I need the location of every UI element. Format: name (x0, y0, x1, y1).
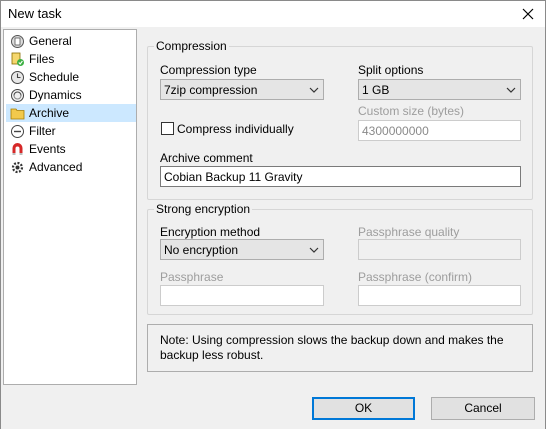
close-icon (522, 8, 534, 20)
archive-settings-panel: Compression Compression type 7zip compre… (139, 29, 542, 385)
window-title: New task (8, 6, 62, 21)
sidebar-item-general[interactable]: General (6, 32, 136, 50)
sidebar-item-schedule[interactable]: Schedule (6, 68, 136, 86)
ok-button[interactable]: OK (312, 397, 415, 420)
sidebar-item-archive[interactable]: Archive (6, 104, 136, 122)
passphrase-input[interactable] (160, 285, 324, 306)
compress-individually-label: Compress individually (177, 122, 294, 136)
sidebar-item-events[interactable]: Events (6, 140, 136, 158)
compression-type-label: Compression type (160, 63, 257, 77)
filter-icon (9, 123, 25, 139)
dialog-footer: OK Cancel (1, 387, 545, 429)
sidebar-item-files[interactable]: Files (6, 50, 136, 68)
split-options-label: Split options (358, 63, 424, 77)
sidebar: General Files Schedule Dynamics Archive (3, 29, 137, 385)
archive-comment-value: Cobian Backup 11 Gravity (164, 170, 303, 184)
sidebar-item-filter[interactable]: Filter (6, 122, 136, 140)
compression-note: Note: Using compression slows the backup… (147, 324, 533, 372)
chevron-down-icon (309, 87, 319, 93)
archive-comment-input[interactable]: Cobian Backup 11 Gravity (160, 166, 521, 187)
split-options-select[interactable]: 1 GB (358, 79, 521, 100)
passphrase-confirm-input[interactable] (358, 285, 521, 306)
strong-encryption-group-title: Strong encryption (154, 202, 253, 216)
close-button[interactable] (517, 3, 539, 25)
compress-individually-checkbox[interactable] (161, 122, 174, 135)
advanced-icon (9, 159, 25, 175)
split-options-value: 1 GB (362, 83, 390, 97)
encryption-method-select[interactable]: No encryption (160, 239, 324, 260)
title-bar: New task (1, 1, 545, 27)
general-icon (9, 33, 25, 49)
dynamics-icon (9, 87, 25, 103)
chevron-down-icon (506, 87, 516, 93)
note-text: Note: Using compression slows the backup… (160, 333, 504, 362)
compression-type-value: 7zip compression (164, 83, 258, 97)
chevron-down-icon (309, 247, 319, 253)
events-icon (9, 141, 25, 157)
passphrase-label: Passphrase (160, 270, 224, 284)
compression-type-select[interactable]: 7zip compression (160, 79, 324, 100)
archive-icon (9, 105, 25, 121)
passphrase-quality-meter (358, 239, 521, 260)
schedule-icon (9, 69, 25, 85)
files-icon (9, 51, 25, 67)
passphrase-quality-label: Passphrase quality (358, 225, 460, 239)
sidebar-item-advanced[interactable]: Advanced (6, 158, 136, 176)
custom-size-value: 4300000000 (362, 124, 429, 138)
custom-size-input[interactable]: 4300000000 (358, 120, 521, 141)
archive-comment-label: Archive comment (160, 151, 253, 165)
compression-group-title: Compression (154, 39, 229, 53)
encryption-method-value: No encryption (164, 243, 239, 257)
passphrase-confirm-label: Passphrase (confirm) (358, 270, 473, 284)
sidebar-item-dynamics[interactable]: Dynamics (6, 86, 136, 104)
cancel-button[interactable]: Cancel (431, 397, 535, 420)
custom-size-label: Custom size (bytes) (358, 104, 465, 118)
new-task-dialog: New task General Files Schedule Dynamics… (0, 0, 546, 429)
encryption-method-label: Encryption method (160, 225, 261, 239)
